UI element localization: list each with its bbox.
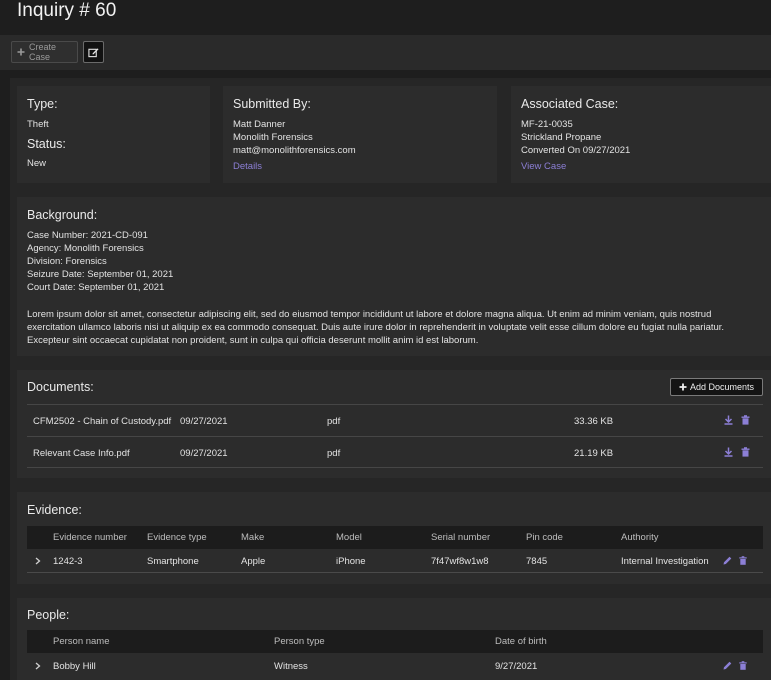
pencil-icon[interactable] bbox=[723, 556, 732, 565]
add-documents-label: Add Documents bbox=[689, 382, 755, 392]
background-line: Division: Forensics bbox=[27, 256, 107, 267]
case-name: Strickland Propane bbox=[521, 132, 602, 143]
background-label: Background: bbox=[27, 208, 98, 222]
associated-case-card: Associated Case: MF-21-0035 Strickland P… bbox=[511, 86, 771, 183]
document-size: 33.36 KB bbox=[574, 416, 614, 427]
document-date: 09/27/2021 bbox=[180, 416, 228, 427]
column-header[interactable]: Person type bbox=[274, 636, 325, 647]
create-case-label: Create Case bbox=[29, 42, 57, 62]
document-name: Relevant Case Info.pdf bbox=[33, 448, 130, 459]
document-type: pdf bbox=[327, 416, 341, 427]
status-value: New bbox=[27, 158, 47, 169]
submitted-by-card: Submitted By: Matt Danner Monolith Foren… bbox=[223, 86, 497, 183]
evidence-pin: 7845 bbox=[526, 556, 548, 567]
column-header[interactable]: Serial number bbox=[431, 532, 490, 543]
page-title: Inquiry # 60 bbox=[17, 0, 117, 21]
evidence-table-header: Evidence number Evidence type Make Model… bbox=[27, 526, 763, 549]
toolbar: Create Case bbox=[0, 35, 771, 70]
associated-case-label: Associated Case: bbox=[521, 97, 619, 111]
document-size: 21.19 KB bbox=[574, 448, 614, 459]
pencil-icon[interactable] bbox=[723, 661, 732, 670]
column-header[interactable]: Person name bbox=[53, 636, 110, 647]
column-header[interactable]: Pin code bbox=[526, 532, 563, 543]
status-label: Status: bbox=[27, 137, 66, 151]
background-line: Agency: Monolith Forensics bbox=[27, 243, 144, 254]
column-header[interactable]: Evidence number bbox=[53, 532, 127, 543]
download-icon[interactable] bbox=[724, 415, 733, 425]
add-documents-button[interactable]: Add Documents bbox=[670, 378, 763, 396]
evidence-label: Evidence: bbox=[27, 503, 82, 517]
document-type: pdf bbox=[327, 448, 341, 459]
document-row[interactable]: CFM2502 - Chain of Custody.pdf 09/27/202… bbox=[27, 404, 763, 436]
details-link[interactable]: Details bbox=[233, 161, 262, 172]
chevron-right-icon[interactable] bbox=[35, 557, 41, 565]
document-name: CFM2502 - Chain of Custody.pdf bbox=[33, 416, 172, 427]
trash-icon[interactable] bbox=[739, 556, 747, 565]
download-icon[interactable] bbox=[724, 447, 733, 457]
column-header[interactable]: Date of birth bbox=[495, 636, 547, 647]
person-name: Bobby Hill bbox=[53, 661, 96, 672]
column-header[interactable]: Model bbox=[336, 532, 362, 543]
evidence-model: iPhone bbox=[336, 556, 366, 567]
table-row[interactable]: 1242-3 Smartphone Apple iPhone 7f47wf8w1… bbox=[27, 549, 763, 573]
background-paragraph: Lorem ipsum dolor sit amet, consectetur … bbox=[27, 309, 725, 346]
submitted-by-label: Submitted By: bbox=[233, 97, 311, 111]
evidence-serial: 7f47wf8w1w8 bbox=[431, 556, 489, 567]
evidence-authority: Internal Investigation bbox=[621, 556, 709, 567]
evidence-type: Smartphone bbox=[147, 556, 199, 567]
background-line: Seizure Date: September 01, 2021 bbox=[27, 269, 174, 280]
trash-icon[interactable] bbox=[741, 415, 750, 425]
background-line: Case Number: 2021-CD-091 bbox=[27, 230, 148, 241]
people-table-header: Person name Person type Date of birth bbox=[27, 630, 763, 653]
type-value: Theft bbox=[27, 119, 49, 130]
edit-icon bbox=[88, 47, 99, 58]
document-row[interactable]: Relevant Case Info.pdf 09/27/2021 pdf 21… bbox=[27, 436, 763, 468]
create-case-button[interactable]: Create Case bbox=[11, 41, 78, 63]
type-label: Type: bbox=[27, 97, 58, 111]
submitter-org: Monolith Forensics bbox=[233, 132, 313, 143]
submitter-email: matt@monolithforensics.com bbox=[233, 145, 356, 156]
documents-label: Documents: bbox=[27, 380, 94, 394]
column-header[interactable]: Authority bbox=[621, 532, 659, 543]
trash-icon[interactable] bbox=[741, 447, 750, 457]
people-label: People: bbox=[27, 608, 70, 622]
chevron-right-icon[interactable] bbox=[35, 662, 41, 670]
type-status-card: Type: Theft Status: New bbox=[17, 86, 210, 183]
view-case-link[interactable]: View Case bbox=[521, 161, 566, 172]
converted-date: Converted On 09/27/2021 bbox=[521, 145, 631, 156]
evidence-number: 1242-3 bbox=[53, 556, 83, 567]
plus-icon bbox=[17, 48, 25, 56]
person-dob: 9/27/2021 bbox=[495, 661, 538, 672]
column-header[interactable]: Evidence type bbox=[147, 532, 207, 543]
plus-icon bbox=[679, 383, 687, 391]
column-header[interactable]: Make bbox=[241, 532, 264, 543]
case-number: MF-21-0035 bbox=[521, 119, 573, 130]
table-row[interactable]: Bobby Hill Witness 9/27/2021 bbox=[27, 654, 763, 678]
trash-icon[interactable] bbox=[739, 661, 747, 670]
document-date: 09/27/2021 bbox=[180, 448, 228, 459]
evidence-make: Apple bbox=[241, 556, 266, 567]
submitter-name: Matt Danner bbox=[233, 119, 286, 130]
background-line: Court Date: September 01, 2021 bbox=[27, 282, 165, 293]
edit-button[interactable] bbox=[83, 41, 104, 63]
person-type: Witness bbox=[274, 661, 308, 672]
